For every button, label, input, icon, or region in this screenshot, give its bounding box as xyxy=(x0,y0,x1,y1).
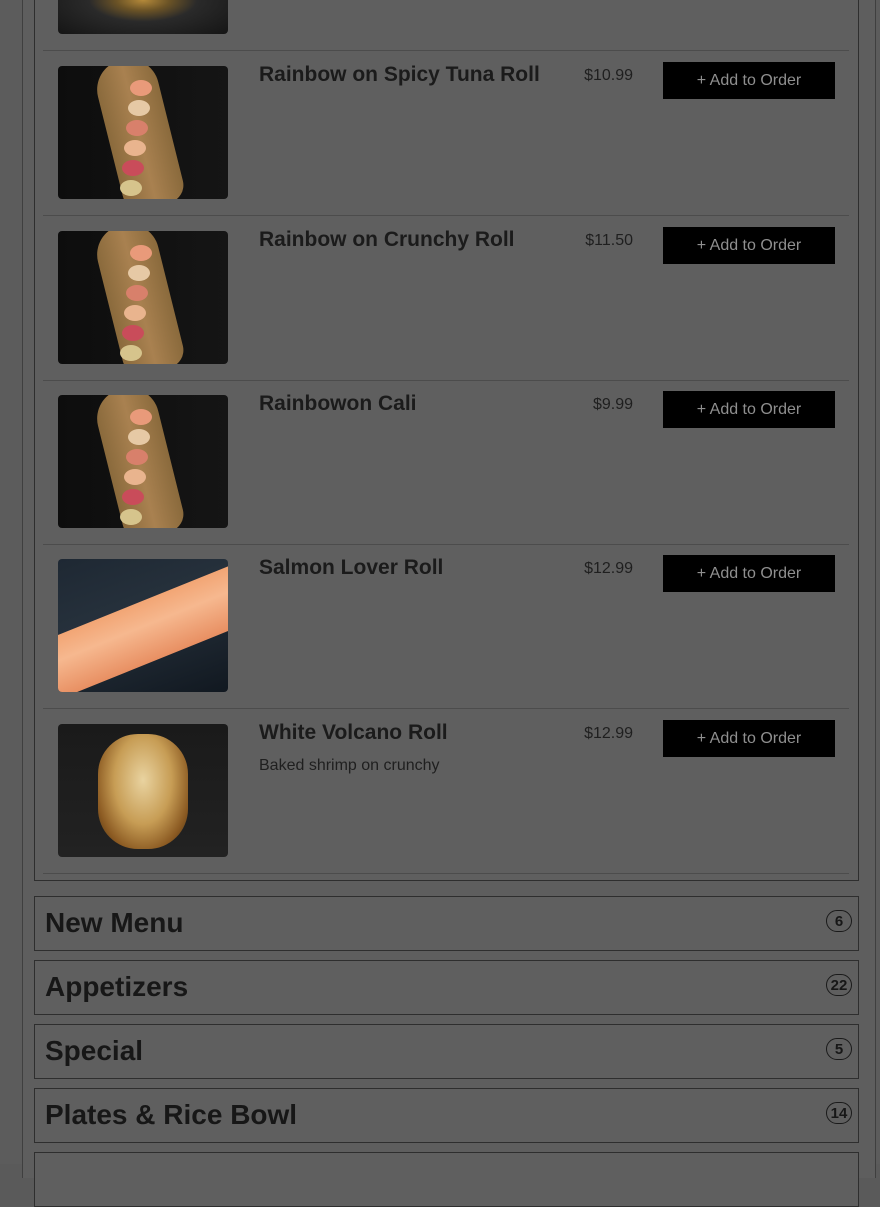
menu-item-row: Rainbow on Crunchy Roll $11.50 + Add to … xyxy=(43,216,849,381)
category-new-menu[interactable]: New Menu 6 xyxy=(34,896,859,951)
rainbow-roll-photo[interactable] xyxy=(58,66,228,199)
salmon-roll-photo[interactable] xyxy=(58,559,228,692)
menu-item-row: Rainbow on Spicy Tuna Roll $10.99 + Add … xyxy=(43,51,849,216)
menu-item-row: White Volcano Roll Baked shrimp on crunc… xyxy=(43,709,849,874)
menu-item-name[interactable]: Rainbow on Crunchy Roll xyxy=(259,228,559,252)
category-title: New Menu xyxy=(45,907,184,938)
category-count-badge: 5 xyxy=(826,1038,852,1060)
menu-item-row: Rainbowon Cali $9.99 + Add to Order xyxy=(43,380,849,545)
menu-item-photo-partial xyxy=(58,0,228,34)
menu-item-name[interactable]: Rainbowon Cali xyxy=(259,392,559,416)
add-to-order-button[interactable]: + Add to Order xyxy=(663,391,835,428)
add-to-order-button[interactable]: + Add to Order xyxy=(663,720,835,757)
rainbow-roll-photo[interactable] xyxy=(58,231,228,364)
menu-item-price: $9.99 xyxy=(592,396,633,413)
category-special[interactable]: Special 5 xyxy=(34,1024,859,1079)
category-plates-rice-bowl[interactable]: Plates & Rice Bowl 14 xyxy=(34,1088,859,1143)
menu-item-price: $10.99 xyxy=(584,67,633,84)
menu-item-description: Baked shrimp on crunchy xyxy=(259,757,440,774)
category-count-badge: 22 xyxy=(826,974,852,996)
rainbow-roll-photo[interactable] xyxy=(58,395,228,528)
category-title: Appetizers xyxy=(45,971,189,1002)
volcano-roll-photo[interactable] xyxy=(58,724,228,857)
category-partial[interactable] xyxy=(34,1152,859,1207)
category-title: Plates & Rice Bowl xyxy=(45,1099,298,1130)
menu-item-price: $12.99 xyxy=(584,725,633,742)
menu-item-name[interactable]: Salmon Lover Roll xyxy=(259,556,559,580)
menu-item-name[interactable]: Rainbow on Spicy Tuna Roll xyxy=(259,63,559,87)
category-appetizers[interactable]: Appetizers 22 xyxy=(34,960,859,1015)
category-title: Special xyxy=(45,1035,144,1066)
add-to-order-button[interactable]: + Add to Order xyxy=(663,555,835,592)
add-to-order-button[interactable]: + Add to Order xyxy=(663,227,835,264)
add-to-order-button[interactable]: + Add to Order xyxy=(663,62,835,99)
menu-item-price: $12.99 xyxy=(584,560,633,577)
menu-item-row: Salmon Lover Roll $12.99 + Add to Order xyxy=(43,544,849,709)
menu-item-price: $11.50 xyxy=(585,232,633,249)
menu-item-name[interactable]: White Volcano Roll xyxy=(259,721,559,745)
category-count-badge: 6 xyxy=(826,910,852,932)
category-count-badge: 14 xyxy=(826,1102,852,1124)
